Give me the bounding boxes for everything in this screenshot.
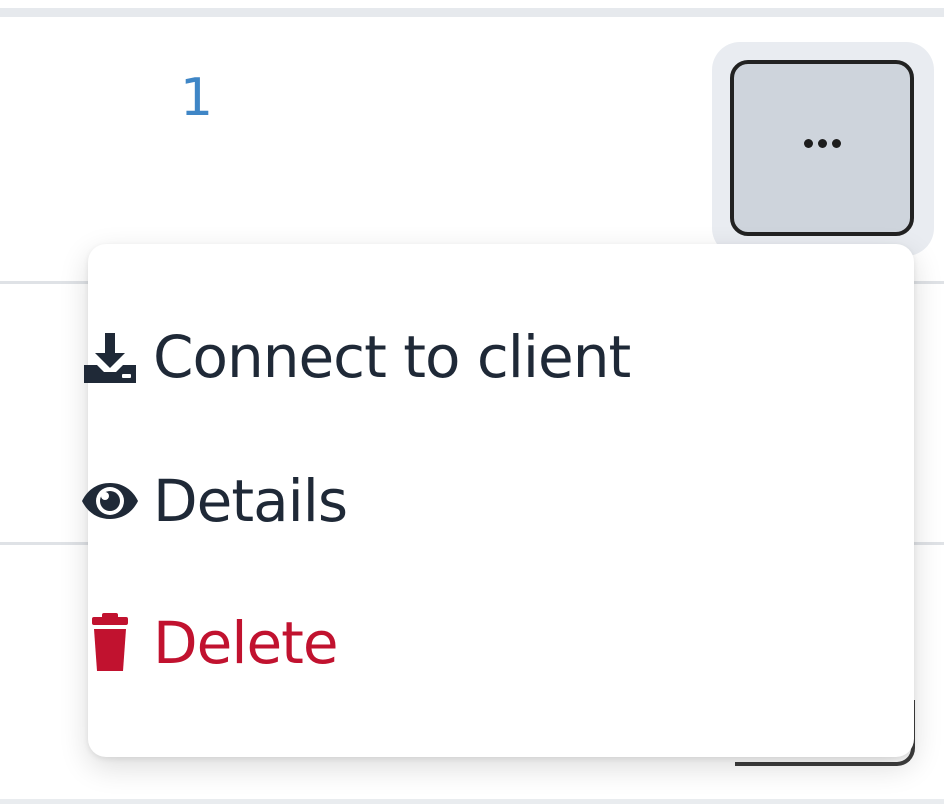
menu-item-label: Details <box>153 467 348 535</box>
table-bottom-divider <box>0 799 944 804</box>
ellipsis-icon <box>803 138 841 148</box>
row-count: 1 <box>180 68 214 128</box>
row-divider <box>912 281 944 284</box>
menu-item-delete[interactable]: Delete <box>75 608 339 678</box>
row-actions-button[interactable] <box>730 60 914 236</box>
row-divider <box>0 542 100 545</box>
download-icon <box>75 322 145 392</box>
menu-item-details[interactable]: Details <box>75 466 348 536</box>
row-divider <box>912 542 944 545</box>
page: 1 Connect to client Details Delete <box>0 0 944 804</box>
table-top-divider <box>0 8 944 17</box>
menu-item-connect-to-client[interactable]: Connect to client <box>75 322 631 392</box>
menu-item-label: Connect to client <box>153 323 631 391</box>
row-divider <box>0 281 100 284</box>
trash-icon <box>75 608 145 678</box>
menu-item-label: Delete <box>153 609 339 677</box>
eye-icon <box>75 466 145 536</box>
